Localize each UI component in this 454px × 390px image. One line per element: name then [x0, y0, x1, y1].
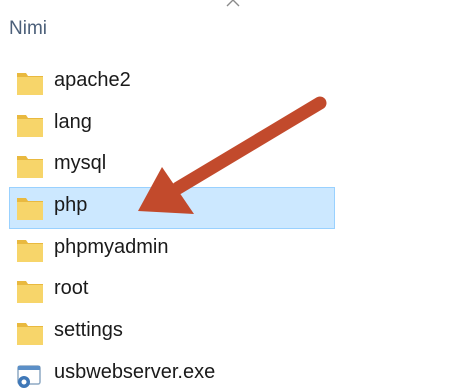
list-item-label: phpmyadmin [54, 235, 169, 258]
column-header-name[interactable]: Nimi [9, 18, 47, 40]
list-item-usbwebserver-exe[interactable]: usbwebserver.exe [9, 354, 454, 390]
chevron-up-icon[interactable] [226, 0, 240, 9]
folder-icon [17, 323, 43, 346]
list-item-php[interactable]: php [9, 187, 335, 229]
file-list: apache2 lang mysql php phpmyadmin root s… [9, 62, 454, 390]
list-item-label: root [54, 277, 89, 300]
folder-icon [17, 73, 43, 95]
exe-icon [17, 365, 41, 388]
column-header-label: Nimi [9, 18, 47, 39]
folder-icon [17, 239, 43, 262]
list-item-root[interactable]: root [9, 270, 454, 312]
list-item-phpmyadmin[interactable]: phpmyadmin [9, 229, 454, 271]
list-item-mysql[interactable]: mysql [9, 145, 454, 187]
list-item-settings[interactable]: settings [9, 312, 454, 354]
folder-icon [17, 281, 43, 304]
folder-icon [17, 156, 43, 179]
list-item-label: php [54, 194, 88, 217]
list-item-apache2[interactable]: apache2 [9, 62, 454, 104]
file-explorer-pane: Nimi apache2 lang mysql php phpmyadmin r… [0, 0, 454, 390]
list-item-label: usbwebserver.exe [54, 360, 216, 383]
folder-icon [17, 198, 43, 221]
list-item-lang[interactable]: lang [9, 104, 454, 146]
list-item-label: lang [54, 110, 92, 133]
list-item-label: settings [54, 319, 123, 342]
folder-icon [17, 114, 43, 137]
list-item-label: apache2 [54, 69, 131, 91]
list-item-label: mysql [54, 152, 107, 175]
